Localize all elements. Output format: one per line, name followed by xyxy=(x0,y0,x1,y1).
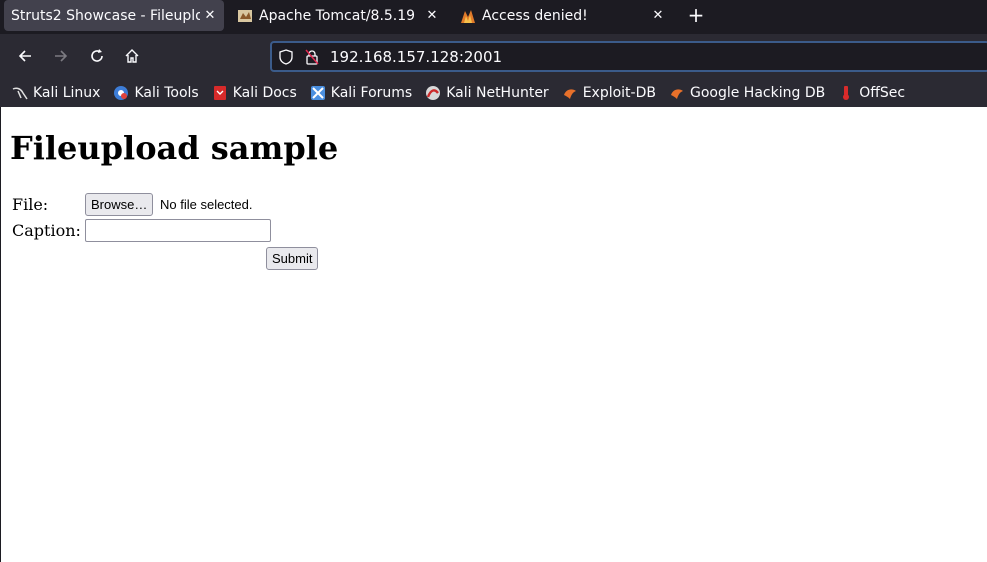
page-content: Fileupload sample File: Browse… No file … xyxy=(1,107,987,562)
submit-row: Submit xyxy=(12,246,332,272)
close-icon[interactable]: ✕ xyxy=(422,8,442,23)
kali-warning-icon xyxy=(460,8,476,24)
bookmark-label: Kali Tools xyxy=(134,84,199,101)
forward-arrow-icon xyxy=(55,50,68,62)
kali-tools-icon xyxy=(113,85,129,101)
reload-icon xyxy=(91,49,103,62)
tracking-protection-shield-icon[interactable] xyxy=(278,48,294,65)
tab-struts2-showcase[interactable]: Struts2 Showcase - Fileupload sample ✕ xyxy=(4,0,224,31)
kali-docs-icon xyxy=(212,85,228,101)
bookmark-label: OffSec xyxy=(859,84,906,101)
upload-form: File: Browse… No file selected. Caption:… xyxy=(12,193,332,272)
file-row: File: Browse… No file selected. xyxy=(12,193,332,219)
back-arrow-icon xyxy=(18,50,31,62)
ghdb-icon xyxy=(669,85,685,101)
offsec-icon xyxy=(838,85,854,101)
url-bar[interactable]: 192.168.157.128:2001 xyxy=(270,41,987,72)
new-tab-button[interactable]: + xyxy=(684,3,708,27)
file-label: File: xyxy=(12,195,49,214)
tab-title: Struts2 Showcase - Fileupload sample xyxy=(11,7,200,24)
tab-apache-tomcat[interactable]: Apache Tomcat/8.5.19 ✕ xyxy=(230,0,446,31)
bookmark-label: Google Hacking DB xyxy=(689,84,826,101)
close-icon[interactable]: ✕ xyxy=(200,8,220,23)
no-file-selected-text: No file selected. xyxy=(160,197,253,212)
browse-button[interactable]: Browse… xyxy=(85,193,154,216)
bookmark-kali-forums[interactable]: Kali Forums xyxy=(310,85,412,101)
bookmark-exploit-db[interactable]: Exploit-DB xyxy=(562,85,656,101)
bookmark-kali-docs[interactable]: Kali Docs xyxy=(212,85,297,101)
bookmarks-toolbar: Kali Linux Kali Tools Kali Docs Kali For… xyxy=(0,78,987,107)
bookmark-offsec[interactable]: OffSec xyxy=(838,85,905,101)
exploit-db-icon xyxy=(562,85,578,101)
kali-dragon-icon xyxy=(12,85,28,101)
bookmark-google-hacking-db[interactable]: Google Hacking DB xyxy=(669,85,825,101)
page-heading: Fileupload sample xyxy=(10,129,339,167)
submit-button[interactable]: Submit xyxy=(266,247,319,270)
insecure-lock-icon[interactable] xyxy=(304,49,320,65)
tab-strip: Struts2 Showcase - Fileupload sample ✕ A… xyxy=(0,0,987,34)
home-button[interactable] xyxy=(120,44,144,68)
bookmark-kali-linux[interactable]: Kali Linux xyxy=(12,85,100,101)
forward-button[interactable] xyxy=(49,44,73,68)
reload-button[interactable] xyxy=(85,44,109,68)
tab-access-denied[interactable]: Access denied! ✕ xyxy=(454,0,672,31)
caption-input[interactable] xyxy=(85,219,271,242)
home-icon xyxy=(125,49,139,63)
caption-label: Caption: xyxy=(12,221,81,240)
tab-title: Apache Tomcat/8.5.19 xyxy=(259,7,416,24)
caption-row: Caption: xyxy=(12,219,332,246)
bookmark-kali-tools[interactable]: Kali Tools xyxy=(113,84,199,101)
back-button[interactable] xyxy=(13,44,37,68)
bookmark-label: Kali Forums xyxy=(330,84,413,101)
bookmark-kali-nethunter[interactable]: Kali NetHunter xyxy=(425,84,549,101)
nethunter-icon xyxy=(425,85,441,101)
bookmark-label: Kali NetHunter xyxy=(446,84,549,101)
bookmark-label: Exploit-DB xyxy=(582,84,656,101)
bookmark-label: Kali Linux xyxy=(33,84,101,101)
url-text[interactable]: 192.168.157.128:2001 xyxy=(330,48,502,66)
kali-forums-icon xyxy=(310,85,326,101)
navigation-toolbar: 192.168.157.128:2001 xyxy=(0,34,987,78)
tomcat-icon xyxy=(237,8,253,24)
tab-title: Access denied! xyxy=(482,7,588,24)
close-icon[interactable]: ✕ xyxy=(648,8,668,23)
bookmark-label: Kali Docs xyxy=(232,84,297,101)
